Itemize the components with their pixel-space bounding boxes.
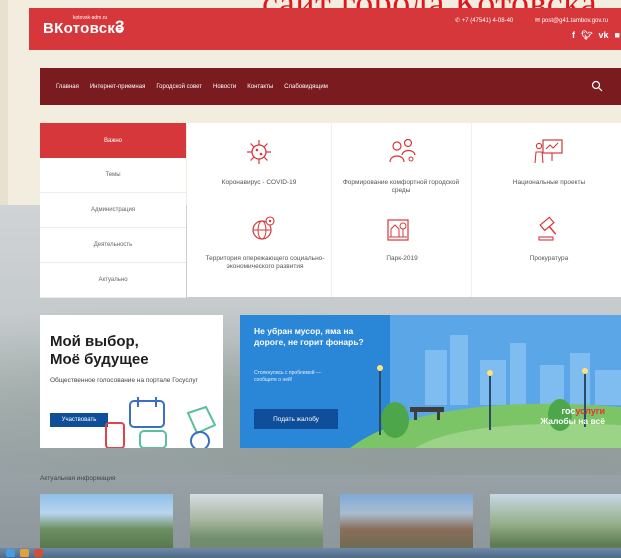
twitter-icon[interactable]: 🐦︎ xyxy=(581,30,592,41)
topic-prosecutor[interactable]: Прокуратура xyxy=(477,255,621,263)
site-header: kotovsk-adm.ru ВКотовске 3 ✆ +7 (47541) … xyxy=(29,8,621,50)
odnoklassniki-icon[interactable]: ■ xyxy=(614,30,619,41)
logo-text: ВКотовске xyxy=(43,20,124,37)
os-taskbar xyxy=(0,548,621,558)
phone-number: +7 (47541) 4-08-40 xyxy=(461,18,514,24)
vote-banner-subtitle: Общественное голосование на портале Госу… xyxy=(50,377,199,384)
sidebar-item-actual[interactable]: Актуально xyxy=(40,263,186,298)
vote-title-line1: Мой выбор, xyxy=(50,333,139,350)
logo-domain: kotovsk-adm.ru xyxy=(73,15,108,21)
phone-link[interactable]: ✆ +7 (47541) 4-08-40 xyxy=(455,17,513,24)
complaint-banner[interactable]: Не убран мусор, яма на дороге, не горит … xyxy=(240,315,621,448)
social-links: f 🐦︎ vk ■ xyxy=(572,30,620,41)
submit-complaint-button[interactable]: Подать жалобу xyxy=(254,409,338,429)
presentation-icon xyxy=(534,139,563,164)
vote-banner-title: Мой выбор, Моё будущее xyxy=(50,333,149,369)
topic-park-2019[interactable]: Парк-2019 xyxy=(347,255,457,263)
sidebar-item-administration[interactable]: Администрация xyxy=(40,193,186,228)
vote-banner[interactable]: Мой выбор, Моё будущее Общественное голо… xyxy=(40,315,223,448)
vk-icon[interactable]: vk xyxy=(598,30,608,41)
topics-grid: Коронавирус - COVID-19 Формирование комф… xyxy=(187,123,621,297)
brand-part2: услуги xyxy=(575,406,605,416)
complaint-subtitle: Столкнулись с проблемой — сообщите о ней… xyxy=(254,370,321,383)
folder-icon[interactable] xyxy=(20,549,29,557)
brand-tagline: Жалобы на всё xyxy=(540,416,605,426)
email-link[interactable]: ✉ post@g41.tambov.gov.ru xyxy=(535,17,608,24)
complaint-title: Не убран мусор, яма на дороге, не горит … xyxy=(254,326,364,347)
search-icon[interactable] xyxy=(591,80,603,92)
nav-item-contacts[interactable]: Контакты xyxy=(247,84,273,90)
browser-icon[interactable] xyxy=(34,549,43,557)
email-icon: ✉ xyxy=(535,18,541,24)
grid-divider xyxy=(331,123,332,297)
facebook-icon[interactable]: f xyxy=(572,30,575,41)
start-icon[interactable] xyxy=(6,549,15,557)
sidebar-item-topics[interactable]: Темы xyxy=(40,158,186,193)
category-sidebar: Важно Темы Администрация Деятельность Ак… xyxy=(40,123,186,298)
gosuslugi-logo: госуслуги Жалобы на всё xyxy=(540,406,605,426)
site-logo[interactable]: kotovsk-adm.ru ВКотовске xyxy=(43,15,124,37)
news-section-label: Актуальная информация xyxy=(40,475,116,482)
topic-urban-environment[interactable]: Формирование комфортной городской среды xyxy=(333,179,469,195)
logo-mark-icon: 3 xyxy=(115,17,125,36)
globe-icon xyxy=(252,216,275,240)
topic-covid[interactable]: Коронавирус - COVID-19 xyxy=(197,179,321,187)
nav-item-council[interactable]: Городской совет xyxy=(156,84,202,90)
virus-icon xyxy=(247,140,271,164)
vote-illustration xyxy=(105,397,217,448)
sidebar-item-important[interactable]: Важно xyxy=(40,123,186,158)
nav-item-home[interactable]: Главная xyxy=(56,84,79,90)
nav-item-news[interactable]: Новости xyxy=(213,84,236,90)
vote-title-line2: Моё будущее xyxy=(50,351,149,368)
nav-item-reception[interactable]: Интернет-приемная xyxy=(90,84,145,90)
email-address: post@g41.tambov.gov.ru xyxy=(541,18,608,24)
grid-divider xyxy=(471,123,472,297)
phone-icon: ✆ xyxy=(455,18,461,24)
topic-national-projects[interactable]: Национальные проекты xyxy=(477,179,621,187)
brand-part1: гос xyxy=(561,406,576,416)
slide-edge xyxy=(0,0,8,205)
people-icon xyxy=(389,138,416,163)
park-icon xyxy=(387,219,409,241)
nav-item-accessibility[interactable]: Слабовидящим xyxy=(284,84,328,90)
main-navigation: Главная Интернет-приемная Городской сове… xyxy=(40,68,621,105)
gavel-icon xyxy=(538,216,557,241)
sidebar-item-activity[interactable]: Деятельность xyxy=(40,228,186,263)
topic-development-territory[interactable]: Территория опережающего социально-эконом… xyxy=(197,255,333,271)
